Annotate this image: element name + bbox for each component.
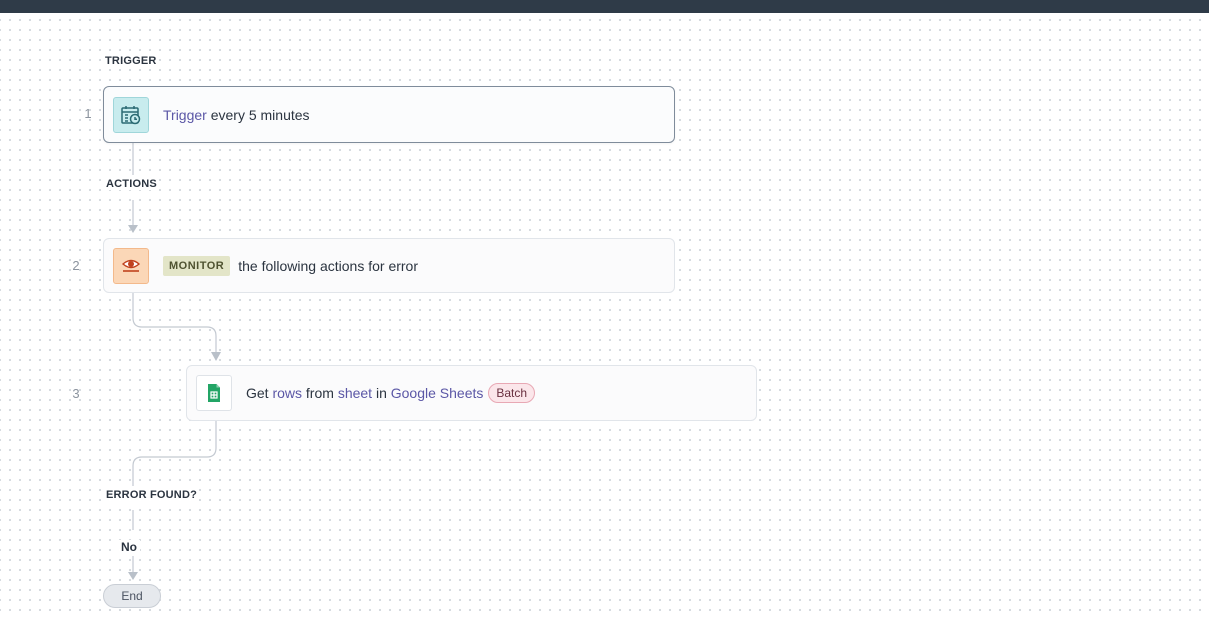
- from-text: from: [302, 385, 338, 401]
- trigger-description: every 5 minutes: [206, 106, 310, 123]
- trigger-keyword[interactable]: Trigger: [163, 107, 207, 123]
- eye-icon: [113, 247, 149, 284]
- branch-label-no: No: [118, 540, 140, 554]
- google-sheets-icon: [196, 375, 232, 411]
- monitor-description: the following actions for error: [238, 257, 419, 274]
- step-1-text: Trigger every 5 minutes: [163, 107, 310, 123]
- connector-monitor-sheets: [132, 293, 217, 352]
- arrowhead-sheets: [211, 352, 221, 361]
- monitor-tag: MONITOR: [163, 255, 231, 276]
- step-card-google-sheets[interactable]: Get rows from sheet in Google Sheets Bat…: [186, 365, 757, 421]
- step-3-text: Get rows from sheet in Google Sheets Bat…: [246, 383, 536, 403]
- step-card-trigger[interactable]: Trigger every 5 minutes: [103, 86, 675, 143]
- arrowhead-actions: [128, 225, 138, 233]
- sheet-keyword[interactable]: sheet: [338, 385, 372, 401]
- batch-badge: Batch: [488, 383, 536, 403]
- get-text: Get: [246, 385, 273, 401]
- section-label-actions: ACTIONS: [105, 178, 158, 190]
- arrowhead-end: [128, 572, 138, 580]
- google-sheets-app-link[interactable]: Google Sheets: [391, 385, 484, 401]
- step-2-text: MONITOR the following actions for error: [163, 255, 419, 276]
- step-number-3: 3: [72, 386, 80, 401]
- step-number-2: 2: [72, 258, 80, 273]
- in-text: in: [372, 385, 391, 401]
- end-node: End: [103, 584, 161, 608]
- step-number-1: 1: [84, 106, 92, 121]
- step-card-monitor[interactable]: MONITOR the following actions for error: [103, 238, 675, 293]
- calendar-clock-icon: [113, 96, 149, 133]
- connector-sheets-error: [132, 420, 217, 486]
- section-label-trigger: TRIGGER: [104, 55, 158, 67]
- section-label-error-found: ERROR FOUND?: [105, 489, 199, 501]
- rows-keyword[interactable]: rows: [272, 385, 302, 401]
